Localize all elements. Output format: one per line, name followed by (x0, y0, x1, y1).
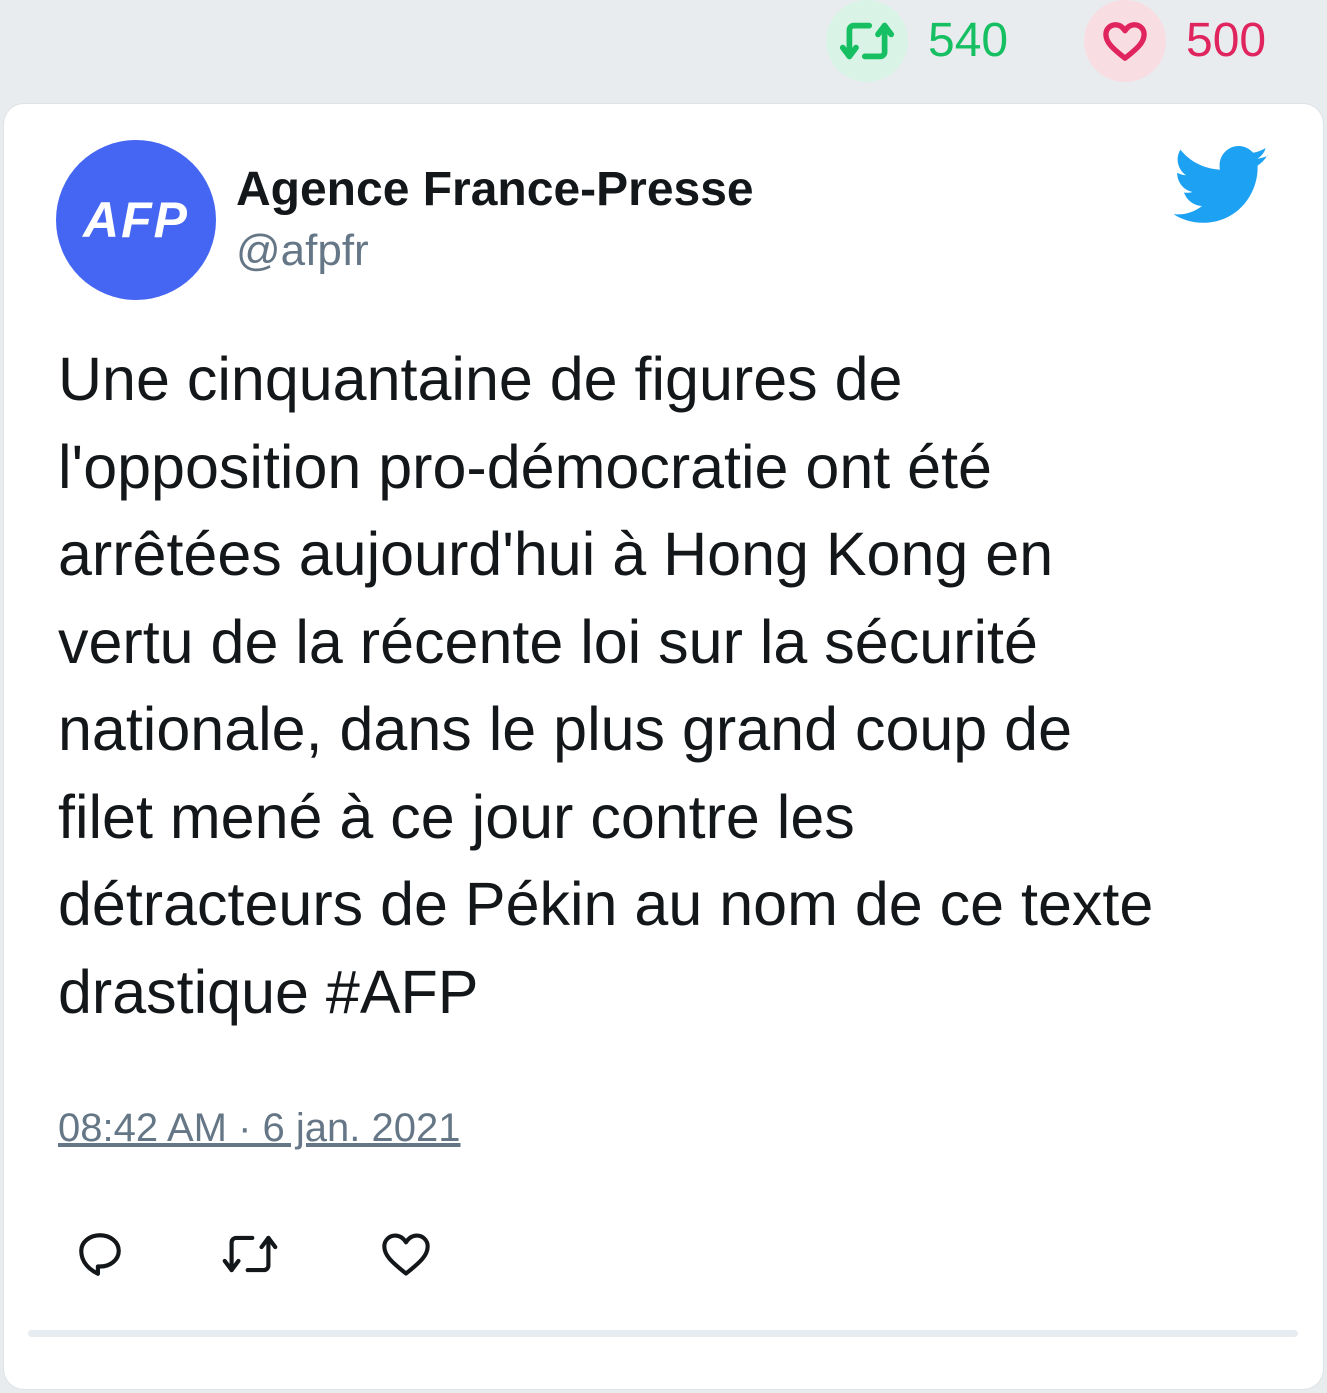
tweet-text: Une cinquantaine de figures de l'opposit… (58, 345, 1154, 1026)
avatar[interactable]: AFP (56, 140, 216, 300)
retweet-button[interactable] (220, 1224, 280, 1284)
card-divider (28, 1330, 1298, 1337)
retweet-icon[interactable] (826, 0, 908, 82)
retweet-icon (222, 1235, 278, 1273)
retweet-stat[interactable]: 540 (826, 0, 1008, 82)
retweet-count: 540 (928, 14, 1009, 67)
reply-icon (79, 1233, 121, 1276)
heart-icon[interactable] (1084, 0, 1166, 82)
tweet-actions (4, 1224, 1323, 1284)
like-count: 500 (1186, 14, 1267, 67)
twitter-bird-icon[interactable] (1174, 146, 1270, 228)
tweet-timestamp[interactable]: 08:42 AM · 6 jan. 2021 (58, 1106, 461, 1151)
like-stat[interactable]: 500 (1084, 0, 1266, 82)
engagement-bar: 540 500 (0, 0, 1327, 100)
reply-button[interactable] (70, 1224, 130, 1284)
tweet-card[interactable]: AFP Agence France-Presse @afpfr Une cinq… (4, 104, 1323, 1389)
author-name[interactable]: Agence France-Presse (236, 162, 754, 217)
like-button[interactable] (376, 1224, 436, 1284)
avatar-logo-text: AFP (83, 192, 189, 248)
author-handle[interactable]: @afpfr (236, 226, 369, 276)
heart-icon (382, 1233, 430, 1276)
